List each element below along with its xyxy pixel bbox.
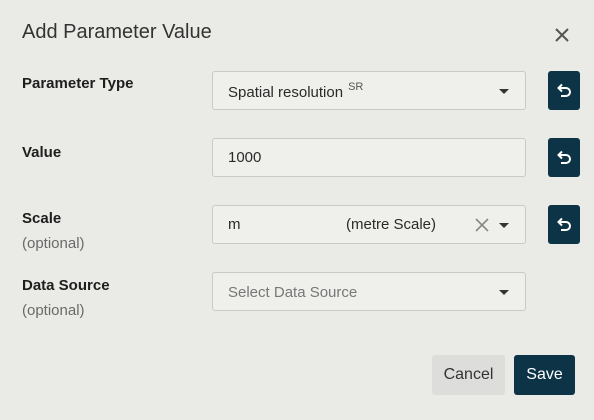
undo-icon xyxy=(557,217,571,231)
scale-label: Scale xyxy=(22,210,62,227)
parameter-type-label: Parameter Type xyxy=(22,75,134,92)
undo-icon xyxy=(557,83,571,97)
cancel-button[interactable]: Cancel xyxy=(432,355,505,395)
chevron-down-icon xyxy=(499,223,509,228)
value-text: 1000 xyxy=(228,149,262,166)
reset-parameter-type-button[interactable] xyxy=(548,71,580,110)
data-source-select[interactable]: Select Data Source xyxy=(212,272,526,311)
reset-scale-button[interactable] xyxy=(548,205,580,244)
chevron-down-icon xyxy=(499,290,509,295)
scale-select[interactable]: m (metre Scale) xyxy=(212,205,526,244)
value-label: Value xyxy=(22,144,62,161)
scale-value: m xyxy=(228,216,241,233)
clear-icon[interactable] xyxy=(475,218,489,232)
undo-icon xyxy=(557,150,571,164)
parameter-type-select[interactable]: Spatial resolution SR xyxy=(212,71,526,110)
parameter-type-text: Spatial resolution xyxy=(228,84,344,101)
dialog-title: Add Parameter Value xyxy=(22,21,212,43)
parameter-type-abbreviation: SR xyxy=(348,81,364,93)
add-parameter-dialog: Add Parameter Value Parameter Type Spati… xyxy=(0,0,594,420)
data-source-placeholder: Select Data Source xyxy=(228,284,358,301)
scale-optional-label: (optional) xyxy=(22,235,85,252)
close-button[interactable] xyxy=(551,24,573,46)
close-icon xyxy=(555,28,569,42)
save-button[interactable]: Save xyxy=(514,355,575,395)
data-source-label: Data Source xyxy=(22,277,110,294)
parameter-type-value: Spatial resolution SR xyxy=(228,81,364,101)
scale-description: (metre Scale) xyxy=(346,216,437,233)
reset-value-button[interactable] xyxy=(548,138,580,177)
value-input[interactable]: 1000 xyxy=(212,138,526,177)
chevron-down-icon xyxy=(499,89,509,94)
data-source-optional-label: (optional) xyxy=(22,302,85,319)
